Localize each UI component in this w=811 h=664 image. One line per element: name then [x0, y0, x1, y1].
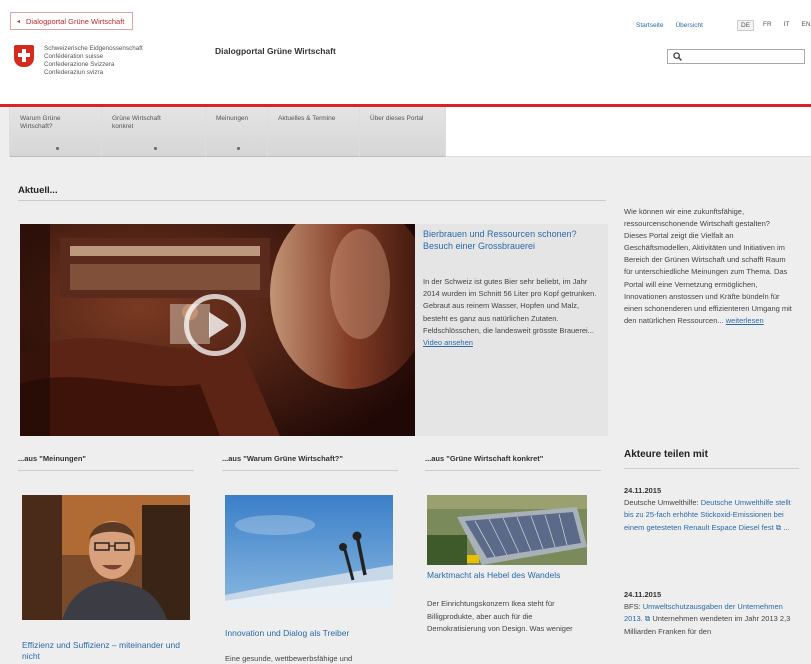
nav-item-label: Aktuelles & Termine	[278, 115, 336, 122]
read-more-link[interactable]: weiterlesen	[726, 316, 764, 325]
column-divider	[18, 470, 194, 471]
section-heading: Aktuell...	[18, 185, 58, 196]
news-source: Deutsche Umwelthilfe:	[624, 498, 699, 508]
section-divider	[18, 200, 606, 201]
news-source: BFS:	[624, 602, 641, 612]
teaser-title[interactable]: Marktmacht als Hebel des Wandels	[427, 570, 587, 581]
nav-item-meinungen[interactable]: Meinungen	[206, 107, 268, 157]
site-header: ◂ Dialogportal Grüne Wirtschaft Schweize…	[0, 0, 811, 104]
column-divider	[425, 470, 601, 471]
news-item: 24.11.2015 Deutsche Umwelthilfe: Deutsch…	[624, 485, 796, 534]
column-heading-meinungen: ...aus "Meinungen"	[18, 454, 86, 463]
video-link[interactable]: Video ansehen	[423, 338, 473, 347]
breadcrumb[interactable]: ◂ Dialogportal Grüne Wirtschaft	[10, 12, 134, 30]
confederation-name-rm: Confederaziun svizra	[44, 69, 104, 76]
share-divider	[624, 468, 799, 469]
teaser-title[interactable]: Effizienz und Suffizienz – miteinander u…	[22, 640, 190, 662]
feature-title[interactable]: Bierbrauen und Ressourcen schonen? Besuc…	[423, 228, 603, 252]
nav-item-label: Meinungen	[216, 115, 249, 122]
teaser-image-portrait[interactable]	[22, 495, 190, 620]
teaser-title[interactable]: Innovation und Dialog als Treiber	[225, 628, 385, 639]
nav-dropdown-indicator-icon	[236, 147, 240, 150]
teaser-image-aerial[interactable]	[427, 495, 587, 565]
featured-story: Bierbrauen und Ressourcen schonen? Besuc…	[20, 224, 608, 436]
portal-title: Dialogportal Grüne Wirtschaft	[215, 46, 336, 56]
language-switcher: DE FR IT EN	[737, 20, 811, 31]
main-nav: Warum Grüne Wirtschaft? Grüne Wirtschaft…	[0, 107, 811, 157]
confederation-name-de: Schweizerische Eidgenossenschaft	[44, 45, 143, 52]
lang-it[interactable]: IT	[781, 20, 793, 31]
lang-en[interactable]: EN	[798, 20, 811, 31]
service-link-home[interactable]: Startseite	[636, 22, 663, 29]
confederation-name-fr: Confédération suisse	[44, 53, 104, 60]
column-heading-konkret: ...aus "Grüne Wirtschaft konkret"	[425, 454, 544, 463]
external-link-icon: ⧉	[644, 614, 651, 624]
lang-fr[interactable]: FR	[760, 20, 775, 31]
nav-item-label: Grüne Wirtschaft konkret	[112, 115, 161, 130]
nav-dropdown-indicator-icon	[153, 147, 157, 150]
share-heading: Akteure teilen mit	[624, 449, 708, 460]
nav-spacer	[0, 107, 10, 157]
chevron-left-icon: ◂	[17, 18, 21, 25]
nav-item-label: Warum Grüne Wirtschaft?	[20, 115, 61, 130]
feature-body: In der Schweiz ist gutes Bier sehr belie…	[423, 277, 597, 335]
play-icon[interactable]	[184, 294, 246, 356]
service-link-overview[interactable]: Übersicht	[675, 22, 702, 29]
confederation-name-it: Confederazione Svizzera	[44, 61, 115, 68]
nav-dropdown-indicator-icon	[55, 147, 59, 150]
nav-item-konkret[interactable]: Grüne Wirtschaft konkret	[102, 107, 206, 157]
teaser-image-sky[interactable]	[225, 495, 393, 608]
portal-intro: Wie können wir eine zukunftsfähige, ress…	[624, 206, 794, 327]
news-date: 24.11.2015	[624, 590, 662, 599]
external-link-icon: ⧉	[775, 522, 782, 532]
search-icon	[673, 52, 682, 61]
teaser-text: Der Einrichtungskonzern Ikea steht für B…	[427, 599, 573, 633]
feature-text: In der Schweiz ist gutes Bier sehr belie…	[423, 276, 603, 349]
nav-item-label: Über dieses Portal	[370, 115, 424, 122]
nav-item-aktuelles[interactable]: Aktuelles & Termine	[268, 107, 360, 157]
column-divider	[222, 470, 398, 471]
nav-item-warum[interactable]: Warum Grüne Wirtschaft?	[10, 107, 102, 157]
confederation-logo[interactable]: Schweizerische Eidgenossenschaft Confédé…	[14, 45, 143, 77]
column-heading-warum: ...aus "Warum Grüne Wirtschaft?"	[222, 454, 343, 463]
news-ellipsis: ...	[783, 522, 790, 532]
nav-rest	[446, 107, 811, 157]
service-nav: Startseite Übersicht	[636, 22, 703, 29]
breadcrumb-label: Dialogportal Grüne Wirtschaft	[26, 16, 125, 26]
search-input[interactable]	[667, 49, 805, 64]
lang-de[interactable]: DE	[737, 20, 755, 31]
swiss-cross-icon	[14, 45, 34, 67]
news-item: 24.11.2015 BFS: Umweltschutzausgaben der…	[624, 589, 796, 638]
news-date: 24.11.2015	[624, 486, 662, 495]
intro-text: Wie können wir eine zukunftsfähige, ress…	[624, 207, 792, 325]
teaser-text: Eine gesunde, wettbewerbsfähige und	[225, 654, 353, 663]
nav-item-portal[interactable]: Über dieses Portal	[360, 107, 446, 157]
confederation-names: Schweizerische Eidgenossenschaft Confédé…	[44, 45, 143, 77]
video-player[interactable]	[20, 224, 415, 436]
